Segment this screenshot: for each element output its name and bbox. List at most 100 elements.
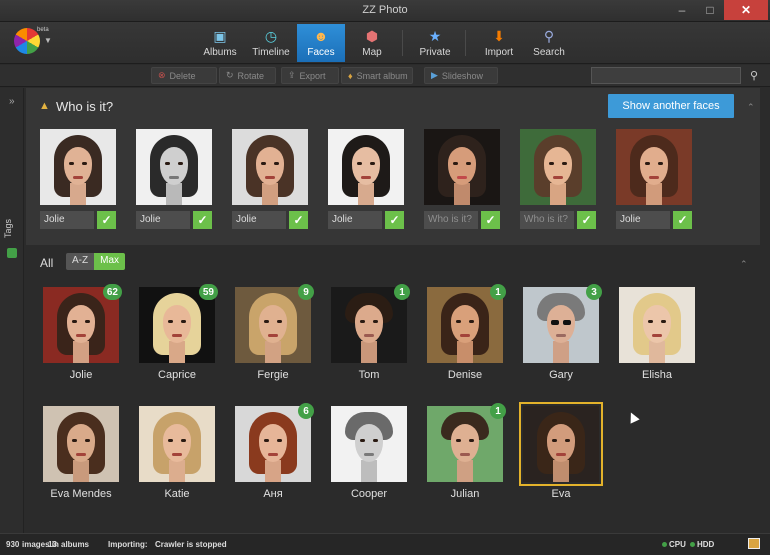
confirm-check-icon[interactable]: ✓ (385, 211, 404, 229)
person-photo[interactable] (523, 287, 599, 363)
person-photo[interactable] (331, 287, 407, 363)
person-photo[interactable] (235, 406, 311, 482)
confirm-check-icon[interactable]: ✓ (481, 211, 500, 229)
nav-private[interactable]: ★ Private (411, 24, 459, 62)
name-field[interactable]: Jolie (328, 211, 382, 229)
person-photo[interactable] (619, 287, 695, 363)
person-tile[interactable]: 3 Gary (522, 284, 602, 381)
smart-album-button[interactable]: ♦ Smart album (341, 67, 413, 84)
sort-az-button[interactable]: A-Z (66, 253, 95, 270)
person-name: Аня (263, 488, 283, 500)
person-tile[interactable]: 1 Tom (330, 284, 410, 381)
slideshow-label: Slideshow (441, 70, 483, 81)
delete-button[interactable]: ⊗ Delete (151, 67, 217, 84)
close-icon[interactable]: ✕ (724, 0, 768, 20)
confirm-check-icon[interactable]: ✓ (577, 211, 596, 229)
nav-label: Faces (307, 47, 335, 58)
unknown-face-card[interactable]: Jolie ✓ (136, 129, 212, 229)
unknown-face-card[interactable]: Jolie ✓ (616, 129, 692, 229)
unknown-face-card[interactable]: Jolie ✓ (232, 129, 308, 229)
face-photo[interactable] (520, 129, 596, 205)
confirm-check-icon[interactable]: ✓ (673, 211, 692, 229)
person-tile[interactable]: Katie (138, 406, 216, 500)
screenshot-icon[interactable] (748, 538, 760, 549)
person-photo[interactable] (235, 287, 311, 363)
person-tile[interactable]: 6 Аня (234, 403, 314, 500)
unknown-face-card[interactable]: Jolie ✓ (328, 129, 404, 229)
photo-count-badge: 62 (102, 284, 122, 300)
who-heading: Who is it? (56, 99, 114, 114)
person-photo[interactable] (43, 406, 119, 482)
maximize-icon[interactable]: □ (696, 0, 724, 20)
person-tile[interactable]: Eva Mendes (42, 406, 120, 500)
person-tile[interactable]: 1 Denise (426, 284, 506, 381)
confirm-check-icon[interactable]: ✓ (97, 211, 116, 229)
hdd-indicator: HDD (690, 540, 714, 549)
minimize-icon[interactable]: – (668, 0, 696, 20)
nav-import[interactable]: ⬇ Import (475, 24, 523, 62)
name-field[interactable]: Who is it? (520, 211, 574, 229)
importing-label: Importing: (108, 540, 148, 549)
nav-albums[interactable]: ▣ Albums (196, 24, 244, 62)
unknown-face-card[interactable]: Who is it? ✓ (520, 129, 596, 229)
photo-count-badge: 3 (586, 284, 602, 300)
collapse-icon[interactable]: ⌃ (747, 102, 755, 113)
rotate-button[interactable]: ↻ Rotate (219, 67, 276, 84)
person-tile-selected[interactable]: Eva (519, 402, 603, 500)
face-photo[interactable] (616, 129, 692, 205)
person-photo[interactable] (139, 406, 215, 482)
window-controls: – □ ✕ (668, 0, 768, 20)
person-name: Eva (551, 488, 571, 500)
export-button[interactable]: ⇪ Export (281, 67, 339, 84)
cpu-indicator: CPU (662, 540, 686, 549)
nav-timeline[interactable]: ◷ Timeline (247, 24, 295, 62)
confirm-check-icon[interactable]: ✓ (289, 211, 308, 229)
nav-label: Search (533, 47, 565, 58)
slideshow-button[interactable]: ▶ Slideshow (424, 67, 498, 84)
show-another-faces-button[interactable]: Show another faces (608, 94, 734, 118)
sort-max-button[interactable]: Max (94, 253, 126, 270)
face-photo[interactable] (40, 129, 116, 205)
name-field[interactable]: Jolie (40, 211, 94, 229)
album-count: 13 (48, 540, 57, 549)
main-toolbar: beta ▼ ▣ Albums ◷ Timeline ☻ Faces ⬢ Map… (0, 22, 770, 64)
unknown-face-card[interactable]: Jolie ✓ (40, 129, 116, 229)
export-label: Export (299, 70, 326, 81)
face-photo[interactable] (136, 129, 212, 205)
name-field[interactable]: Jolie (136, 211, 190, 229)
name-field[interactable]: Jolie (232, 211, 286, 229)
slideshow-icon: ▶ (431, 70, 438, 80)
tag-icon (7, 248, 17, 258)
person-tile[interactable]: 59 Caprice (138, 284, 218, 381)
face-photo[interactable] (232, 129, 308, 205)
timeline-icon: ◷ (264, 27, 278, 44)
rotate-label: Rotate (237, 70, 265, 81)
face-photo[interactable] (424, 129, 500, 205)
person-tile[interactable]: 62 Jolie (42, 284, 122, 381)
person-photo[interactable] (427, 406, 503, 482)
all-filter[interactable]: All (40, 256, 53, 270)
search-input[interactable] (591, 67, 741, 84)
collapse-icon[interactable]: ⌃ (740, 259, 748, 270)
nav-search[interactable]: ⚲ Search (525, 24, 573, 62)
person-photo[interactable] (519, 402, 603, 486)
expand-icon[interactable]: » (9, 96, 15, 107)
nav-faces[interactable]: ☻ Faces (297, 24, 345, 62)
confirm-check-icon[interactable]: ✓ (193, 211, 212, 229)
face-photo[interactable] (328, 129, 404, 205)
person-tile[interactable]: 1 Julian (426, 403, 506, 500)
person-photo[interactable] (427, 287, 503, 363)
person-name: Eva Mendes (50, 488, 112, 500)
name-field[interactable]: Who is it? (424, 211, 478, 229)
name-field[interactable]: Jolie (616, 211, 670, 229)
chevron-down-icon[interactable]: ▼ (44, 36, 52, 45)
search-icon[interactable]: ⚲ (745, 67, 763, 84)
person-tile[interactable]: 9 Fergie (234, 284, 314, 381)
person-tile[interactable]: Cooper (330, 406, 408, 500)
tags-tab[interactable]: Tags (3, 219, 13, 238)
person-tile[interactable]: Elisha (618, 287, 696, 381)
faces-panel: All A-Z Max ⌃ 62 Jolie 59 Caprice 9 Ferg… (26, 247, 760, 532)
nav-map[interactable]: ⬢ Map (348, 24, 396, 62)
unknown-face-card[interactable]: Who is it? ✓ (424, 129, 500, 229)
person-photo[interactable] (331, 406, 407, 482)
